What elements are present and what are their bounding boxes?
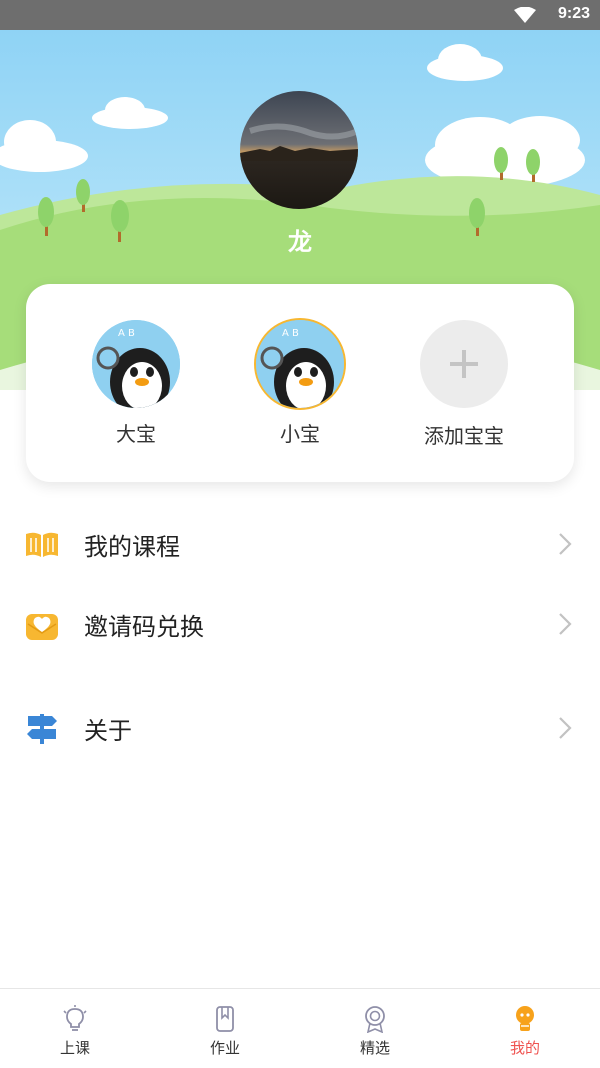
bottom-tab-bar: 上课 作业 精选 我的 xyxy=(0,988,600,1068)
status-time: 9:23 xyxy=(557,5,590,22)
menu-label: 关于 xyxy=(84,717,132,745)
baby-item-dabao[interactable]: A B 大宝 xyxy=(76,320,196,447)
menu-item-my-courses[interactable]: 我的课程 xyxy=(0,512,600,576)
baby-name: 小宝 xyxy=(280,422,320,446)
menu-item-invite-code[interactable]: 邀请码兑换 xyxy=(0,592,600,656)
tab-class[interactable]: 上课 xyxy=(0,989,150,1068)
baby-name: 大宝 xyxy=(116,422,156,446)
signpost-icon xyxy=(27,714,57,744)
chevron-right-icon xyxy=(559,613,572,635)
baby-avatar: A B xyxy=(92,320,180,408)
bookmark-icon xyxy=(216,1006,234,1032)
baby-card: A B 大宝 A B 小宝 添加宝宝 xyxy=(26,284,574,482)
baby-item-xiaobao[interactable]: A B 小宝 xyxy=(240,320,360,447)
envelope-heart-icon xyxy=(26,614,58,640)
chevron-right-icon xyxy=(559,533,572,555)
status-bar: 9:23 xyxy=(0,0,600,30)
baby-avatar-selected: A B xyxy=(256,320,344,408)
plus-icon xyxy=(450,350,478,378)
menu-label: 邀请码兑换 xyxy=(84,613,204,641)
username: 龙 xyxy=(288,228,312,256)
wifi-icon xyxy=(514,7,536,23)
add-baby-circle xyxy=(420,320,508,408)
tab-homework[interactable]: 作业 xyxy=(150,989,300,1068)
tab-label: 作业 xyxy=(209,1039,240,1057)
menu-item-about[interactable]: 关于 xyxy=(0,696,600,760)
chevron-right-icon xyxy=(559,717,572,739)
tab-mine[interactable]: 我的 xyxy=(450,989,600,1068)
menu-label: 我的课程 xyxy=(84,533,180,561)
tab-label: 上课 xyxy=(59,1039,90,1057)
add-baby-button[interactable]: 添加宝宝 xyxy=(404,320,524,449)
tab-label: 精选 xyxy=(359,1039,390,1057)
user-avatar[interactable] xyxy=(240,91,358,209)
lightbulb-icon xyxy=(63,1005,87,1031)
svg-text:A B: A B xyxy=(118,328,135,339)
book-icon xyxy=(26,532,58,557)
profile-icon xyxy=(516,1006,534,1031)
add-baby-label: 添加宝宝 xyxy=(424,424,504,448)
tab-featured[interactable]: 精选 xyxy=(300,989,450,1068)
tab-label: 我的 xyxy=(509,1039,540,1057)
svg-text:A B: A B xyxy=(282,328,299,339)
medal-icon xyxy=(365,1006,385,1033)
